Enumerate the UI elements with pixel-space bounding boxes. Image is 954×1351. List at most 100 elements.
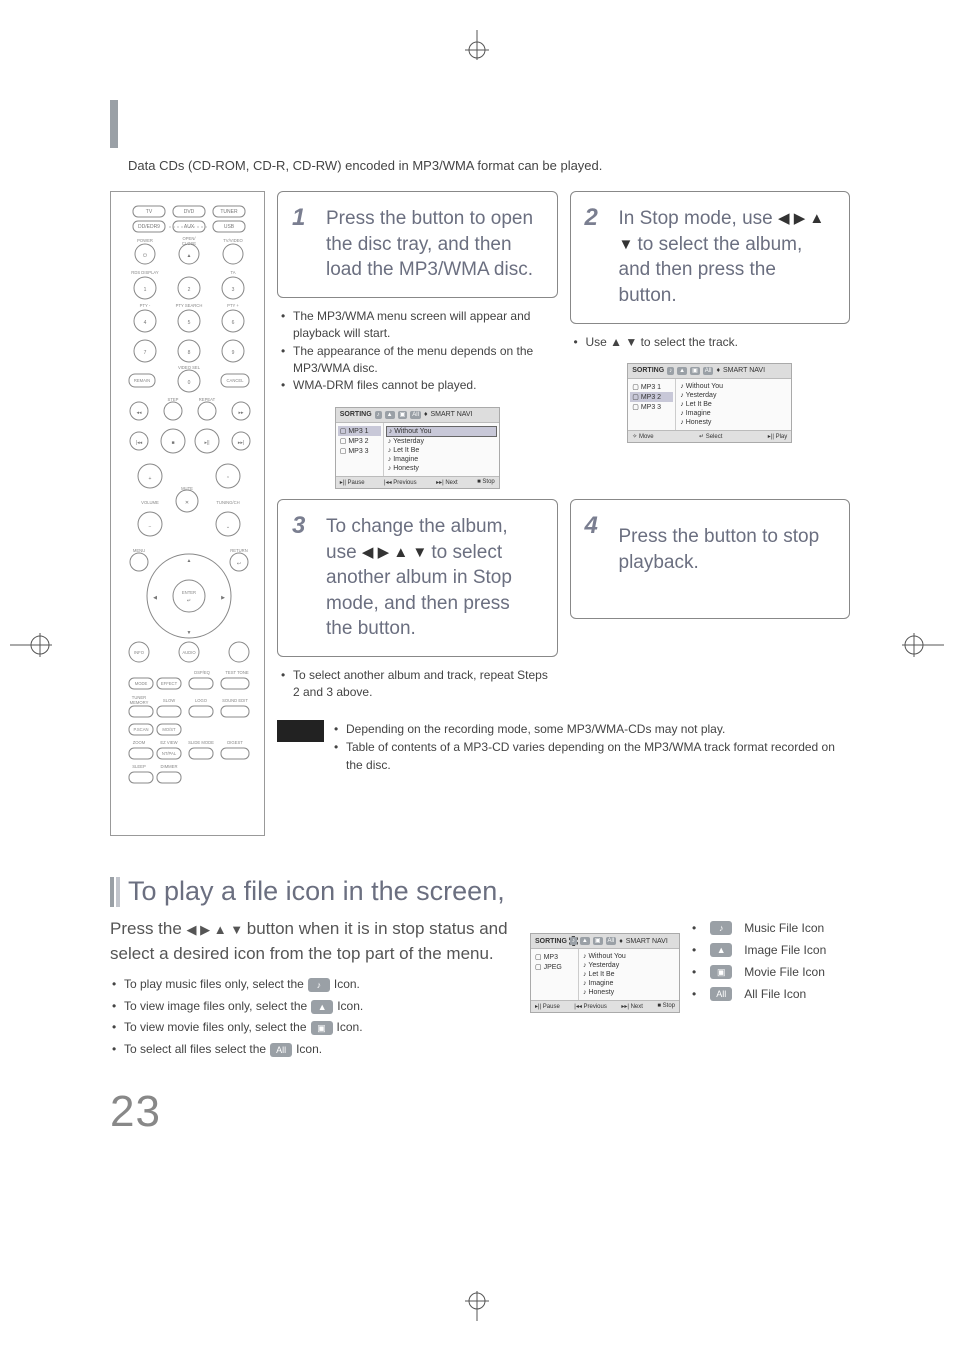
svg-text:4: 4 bbox=[144, 320, 147, 326]
step-number: 1 bbox=[292, 202, 305, 234]
svg-text:⌄: ⌄ bbox=[226, 524, 230, 530]
svg-text:✕: ✕ bbox=[185, 500, 189, 506]
svg-text:EZ VIEW: EZ VIEW bbox=[160, 740, 177, 745]
svg-text:↩: ↩ bbox=[237, 561, 241, 567]
svg-text:−: − bbox=[149, 524, 152, 530]
crop-mark-top bbox=[457, 30, 497, 60]
reg-mark-right bbox=[894, 630, 944, 665]
bullet: The MP3/WMA menu screen will appear and … bbox=[281, 308, 558, 343]
svg-text:PTY SEARCH: PTY SEARCH bbox=[176, 303, 203, 308]
step-number: 2 bbox=[585, 202, 598, 234]
step-1: 1 Press the button to open the disc tray… bbox=[277, 191, 558, 489]
step-text: Press the bbox=[326, 208, 406, 229]
svg-text:SLEEP: SLEEP bbox=[132, 764, 146, 769]
menu-screenshot-3: SORTING ♪▲▣All ♦SMART NAVI ▢ MP3 ▢ JPEG … bbox=[530, 933, 680, 1013]
note-block: Depending on the recording mode, some MP… bbox=[277, 720, 850, 774]
svg-text:▼: ▼ bbox=[187, 630, 192, 636]
sub-item: To select all files select theAllIcon. bbox=[112, 1039, 510, 1061]
svg-text:MODE: MODE bbox=[135, 681, 148, 686]
svg-text:▲: ▲ bbox=[187, 558, 192, 564]
svg-text:REMAIN: REMAIN bbox=[134, 378, 150, 383]
svg-text:|◂◂: |◂◂ bbox=[136, 440, 143, 446]
svg-text:POWER: POWER bbox=[137, 238, 153, 243]
music-file-icon: ♪ bbox=[710, 921, 732, 935]
svg-text:TV/VIDEO: TV/VIDEO bbox=[223, 238, 243, 243]
svg-text:LOGO: LOGO bbox=[195, 698, 208, 703]
svg-text:CANCEL: CANCEL bbox=[227, 378, 245, 383]
note-badge-icon bbox=[277, 720, 324, 742]
svg-text:◂◂: ◂◂ bbox=[136, 410, 142, 416]
svg-text:EFFECT: EFFECT bbox=[161, 681, 178, 686]
svg-text:8: 8 bbox=[188, 350, 191, 356]
svg-text:VIDEO SEL: VIDEO SEL bbox=[178, 365, 201, 370]
step-text: button. bbox=[358, 618, 416, 639]
step-4: 4 Press the button to stop playback. bbox=[570, 499, 851, 702]
menu-screenshot-2: SORTING ♪▲▣All ♦SMART NAVI ▢ MP3 1 ▢ MP3… bbox=[627, 363, 792, 443]
svg-text:MO/ST: MO/ST bbox=[162, 727, 176, 732]
svg-text:◀: ◀ bbox=[153, 595, 157, 601]
step-text: to select the album, and then press the bbox=[619, 234, 803, 281]
movie-file-icon: ▣ bbox=[710, 965, 732, 979]
step-3: 3 To change the album, use ◀ ▶ ▲ ▼ to se… bbox=[277, 499, 558, 702]
svg-text:⌃: ⌃ bbox=[226, 476, 230, 482]
svg-text:SOUND EDIT: SOUND EDIT bbox=[222, 698, 248, 703]
svg-text:■: ■ bbox=[171, 440, 174, 446]
svg-text:1: 1 bbox=[144, 287, 147, 293]
svg-text:P.SCAN: P.SCAN bbox=[133, 727, 148, 732]
svg-text:0: 0 bbox=[188, 380, 191, 386]
page-number: 23 bbox=[110, 1087, 850, 1137]
svg-text:INFO: INFO bbox=[134, 650, 145, 655]
music-file-icon: ♪ bbox=[308, 978, 330, 992]
svg-text:5: 5 bbox=[188, 320, 191, 326]
svg-text:RETURN: RETURN bbox=[230, 548, 247, 553]
section-accent-bar bbox=[110, 877, 120, 907]
remote-control-diagram: .btn-o{fill:none;stroke:#888;stroke-widt… bbox=[110, 191, 265, 836]
sub-item: To play music files only, select the♪Ico… bbox=[112, 974, 510, 996]
svg-text:TUNER: TUNER bbox=[220, 209, 238, 215]
arrow-icons: ◀ ▶ ▲ ▼ bbox=[187, 922, 247, 937]
note-bullet: Depending on the recording mode, some MP… bbox=[334, 720, 850, 738]
crop-mark-bottom bbox=[457, 1291, 497, 1321]
all-file-icon: All bbox=[270, 1043, 292, 1057]
svg-text:▸||: ▸|| bbox=[204, 440, 209, 446]
svg-text:MEMORY: MEMORY bbox=[130, 700, 149, 705]
all-file-icon: All bbox=[710, 987, 732, 1001]
svg-text:DIMMER: DIMMER bbox=[161, 764, 178, 769]
image-file-icon: ▲ bbox=[311, 1000, 333, 1014]
subsection-heading: To play a file icon in the screen, bbox=[128, 876, 505, 907]
svg-text:DIGEST: DIGEST bbox=[227, 740, 243, 745]
svg-text:DVD: DVD bbox=[184, 209, 195, 215]
svg-text:REPEAT: REPEAT bbox=[199, 397, 216, 402]
note-bullet: Table of contents of a MP3-CD varies dep… bbox=[334, 738, 850, 774]
svg-text:PTY -: PTY - bbox=[140, 303, 151, 308]
movie-file-icon: ▣ bbox=[311, 1021, 333, 1035]
step-text: Press the bbox=[619, 526, 699, 547]
subsection-lead: Press the ◀ ▶ ▲ ▼ button when it is in s… bbox=[110, 917, 510, 966]
svg-text:RDS DISPLAY: RDS DISPLAY bbox=[131, 270, 159, 275]
image-file-icon: ▲ bbox=[710, 943, 732, 957]
svg-text:ENTER: ENTER bbox=[182, 590, 196, 595]
svg-text:USB: USB bbox=[224, 224, 235, 230]
svg-text:TV: TV bbox=[146, 209, 153, 215]
menu-screenshot-1: SORTING ♪▲▣All ♦SMART NAVI ▢ MP3 1 ▢ MP3… bbox=[335, 407, 500, 489]
reg-mark-left bbox=[10, 630, 60, 665]
svg-text:3: 3 bbox=[232, 287, 235, 293]
svg-text:TEST TONE: TEST TONE bbox=[225, 670, 248, 675]
svg-text:TA: TA bbox=[230, 270, 235, 275]
section-heading-bar bbox=[110, 100, 850, 148]
bullet: To select another album and track, repea… bbox=[281, 667, 558, 702]
svg-text:6: 6 bbox=[232, 320, 235, 326]
step-text: button. bbox=[619, 285, 677, 306]
step-2: 2 In Stop mode, use ◀ ▶ ▲ ▼ to select th… bbox=[570, 191, 851, 489]
svg-text:9: 9 bbox=[232, 350, 235, 356]
svg-text:AUDIO: AUDIO bbox=[182, 650, 196, 655]
step-text: In Stop mode, use bbox=[619, 208, 773, 229]
svg-text:⏻: ⏻ bbox=[143, 253, 147, 259]
icon-legend: ♪Music File Icon ▲Image File Icon ▣Movie… bbox=[692, 917, 826, 1005]
svg-text:DD/EDR9: DD/EDR9 bbox=[138, 224, 160, 230]
arrow-icons: ◀ ▶ ▲ ▼ bbox=[362, 543, 431, 560]
svg-text:VOLUME: VOLUME bbox=[141, 500, 159, 505]
svg-text:NT/PAL: NT/PAL bbox=[162, 751, 177, 756]
svg-text:ZOOM: ZOOM bbox=[133, 740, 146, 745]
svg-text:↵: ↵ bbox=[187, 598, 191, 604]
